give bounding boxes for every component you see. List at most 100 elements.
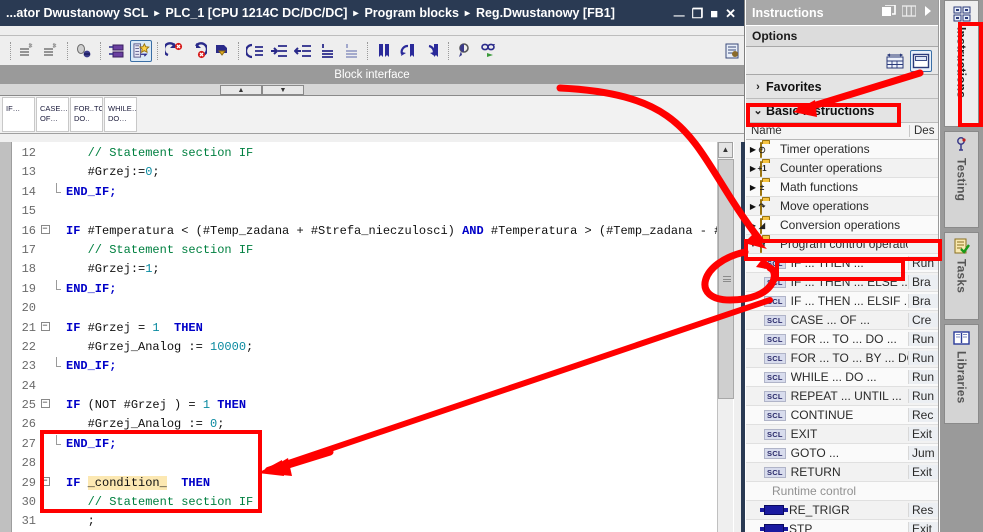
- undo-icon[interactable]: [187, 40, 209, 62]
- editor-vertical-scrollbar[interactable]: ▲: [717, 142, 734, 532]
- instruction-row[interactable]: SCL RETURN Exit: [746, 463, 938, 482]
- code-line[interactable]: 14 END_IF;: [12, 182, 745, 202]
- instruction-row[interactable]: SCL IF ... THEN ... Run: [746, 254, 938, 273]
- instruction-row[interactable]: RE_TRIGR Res: [746, 501, 938, 520]
- tab-instructions[interactable]: Instructions: [944, 0, 979, 127]
- code-line[interactable]: 23 END_IF;: [12, 357, 745, 376]
- collapse-arrow-icon[interactable]: [922, 5, 934, 20]
- splitter-down-button[interactable]: ▼: [262, 84, 304, 95]
- breadcrumb-project[interactable]: ...ator Dwustanowy SCL: [6, 6, 148, 20]
- code-line[interactable]: 17 // Statement section IF: [12, 241, 745, 260]
- code-line[interactable]: 27 END_IF;: [12, 434, 745, 454]
- code-text[interactable]: ;: [66, 512, 95, 531]
- insert-network-icon[interactable]: [16, 40, 38, 62]
- code-line[interactable]: 29− IF _condition_ THEN: [12, 474, 745, 493]
- fold-toggle-icon[interactable]: −: [38, 319, 52, 338]
- code-line[interactable]: 12 // Statement section IF: [12, 144, 745, 163]
- instruction-row[interactable]: SCL FOR ... TO ... BY ... DO ...Run: [746, 349, 938, 368]
- bookmark-prev-icon[interactable]: [397, 40, 419, 62]
- code-text[interactable]: IF (NOT #Grzej ) = 1 THEN: [66, 396, 246, 415]
- indent-left-icon[interactable]: [292, 40, 314, 62]
- chevron-down-icon[interactable]: ⌄: [750, 104, 766, 117]
- code-text[interactable]: END_IF;: [66, 357, 116, 376]
- code-line[interactable]: 22 #Grzej_Analog := 10000;: [12, 338, 745, 357]
- instruction-folder-row[interactable]: ▼ ⇄ Program control operatio...: [746, 235, 938, 254]
- uncomment-icon[interactable]: [340, 40, 362, 62]
- monitor-icon[interactable]: [454, 40, 476, 62]
- group-favorites[interactable]: › Favorites: [746, 75, 938, 99]
- instruction-row[interactable]: SCL IF ... THEN ... ELSIF ... Bra: [746, 292, 938, 311]
- bookmark-next-icon[interactable]: [421, 40, 443, 62]
- code-text[interactable]: #Grzej:=0;: [66, 163, 160, 182]
- indent-right-icon[interactable]: [268, 40, 290, 62]
- code-line[interactable]: 18 #Grzej:=1;: [12, 260, 745, 279]
- code-line[interactable]: 31 ;: [12, 512, 745, 531]
- scrollbar-thumb[interactable]: [718, 159, 734, 399]
- code-text[interactable]: IF #Grzej = 1 THEN: [66, 319, 203, 338]
- bookmark-icon[interactable]: [373, 40, 395, 62]
- detach-icon[interactable]: [882, 4, 896, 20]
- table-view-icon[interactable]: [884, 50, 906, 72]
- instruction-section-row[interactable]: Runtime control: [746, 482, 938, 501]
- column-name-label[interactable]: Name: [746, 125, 910, 137]
- fold-toggle-icon[interactable]: −: [38, 222, 52, 241]
- instruction-row[interactable]: SCL REPEAT ... UNTIL ... Run: [746, 387, 938, 406]
- code-scroll-region[interactable]: 12 // Statement section IF 13 #Grzej:=0; 1…: [12, 142, 745, 532]
- absolute-symbolic-icon[interactable]: [73, 40, 95, 62]
- instruction-folder-row[interactable]: ▶ ◴ Timer operations: [746, 140, 938, 159]
- block-properties-icon[interactable]: [721, 40, 743, 62]
- code-line[interactable]: 19 END_IF;: [12, 279, 745, 299]
- fold-toggle-icon[interactable]: −: [38, 396, 52, 415]
- code-text[interactable]: // Statement section IF: [66, 144, 254, 163]
- code-line[interactable]: 16− IF #Temperatura < (#Temp_zadana + #St…: [12, 222, 745, 241]
- close-icon[interactable]: ✕: [725, 7, 736, 20]
- tab-libraries[interactable]: Libraries: [944, 324, 979, 424]
- code-editor[interactable]: 12 // Statement section IF 13 #Grzej:=0; 1…: [0, 142, 745, 532]
- instruction-folder-row[interactable]: ▶ ± Math functions: [746, 178, 938, 197]
- code-text[interactable]: #Grzej_Analog := 10000;: [66, 338, 254, 357]
- instruction-row[interactable]: SCL GOTO ... Jum: [746, 444, 938, 463]
- chevron-right-icon[interactable]: ›: [750, 81, 766, 93]
- minimize-icon[interactable]: —: [674, 10, 685, 22]
- watch-icon[interactable]: [478, 40, 500, 62]
- code-text[interactable]: #Grzej_Analog := 0;: [66, 415, 225, 434]
- favorites-toggle-icon[interactable]: [130, 39, 152, 62]
- breadcrumb-block[interactable]: Reg.Dwustanowy [FB1]: [476, 6, 615, 20]
- code-line[interactable]: 30 // Statement section IF: [12, 493, 745, 512]
- code-line[interactable]: 21− IF #Grzej = 1 THEN: [12, 319, 745, 338]
- download-icon[interactable]: [211, 40, 233, 62]
- favorite-for[interactable]: FOR..TO DO..: [70, 97, 103, 132]
- instruction-folder-row[interactable]: ▶ +1 Counter operations: [746, 159, 938, 178]
- outdent-block-icon[interactable]: [244, 40, 266, 62]
- restore-icon[interactable]: ❐: [692, 7, 704, 20]
- splitter-up-button[interactable]: ▲: [220, 84, 262, 95]
- instruction-row[interactable]: SCL EXIT Exit: [746, 425, 938, 444]
- code-text[interactable]: // Statement section IF: [66, 493, 254, 512]
- code-text[interactable]: END_IF;: [66, 435, 116, 454]
- code-line[interactable]: 20: [12, 299, 745, 318]
- code-line[interactable]: 28: [12, 454, 745, 473]
- instruction-row[interactable]: STP Exit: [746, 520, 938, 532]
- instruction-row[interactable]: SCL FOR ... TO ... DO ... Run: [746, 330, 938, 349]
- code-line[interactable]: 13 #Grzej:=0;: [12, 163, 745, 182]
- instruction-row[interactable]: SCL CONTINUE Rec: [746, 406, 938, 425]
- show-hide-block-interface-icon[interactable]: [106, 40, 128, 62]
- maximize-icon[interactable]: ■: [710, 7, 718, 20]
- insert-network-after-icon[interactable]: [40, 40, 62, 62]
- breadcrumb-plc[interactable]: PLC_1 [CPU 1214C DC/DC/DC]: [165, 6, 347, 20]
- code-text[interactable]: #Grzej:=1;: [66, 260, 160, 279]
- favorite-case[interactable]: CASE… OF…: [36, 97, 69, 132]
- favorite-if[interactable]: IF…: [2, 97, 35, 132]
- code-text[interactable]: IF _condition_ THEN: [66, 474, 210, 493]
- instructions-list[interactable]: ▶ ◴ Timer operations ▶ +1 Counter operations ▶…: [746, 140, 938, 532]
- favorite-while[interactable]: WHILE… DO…: [104, 97, 137, 132]
- instruction-row[interactable]: SCL IF ... THEN ... ELSE ... Bra: [746, 273, 938, 292]
- instruction-folder-row[interactable]: ▶ ↷ Move operations: [746, 197, 938, 216]
- code-text[interactable]: END_IF;: [66, 183, 116, 202]
- code-text[interactable]: // Statement section IF: [66, 241, 254, 260]
- instruction-folder-row[interactable]: ▶ ◢ Conversion operations: [746, 216, 938, 235]
- code-line[interactable]: 24: [12, 377, 745, 396]
- comment-icon[interactable]: [316, 40, 338, 62]
- code-line-list[interactable]: 12 // Statement section IF 13 #Grzej:=0; 1…: [12, 142, 745, 532]
- instruction-row[interactable]: SCL WHILE ... DO ... Run: [746, 368, 938, 387]
